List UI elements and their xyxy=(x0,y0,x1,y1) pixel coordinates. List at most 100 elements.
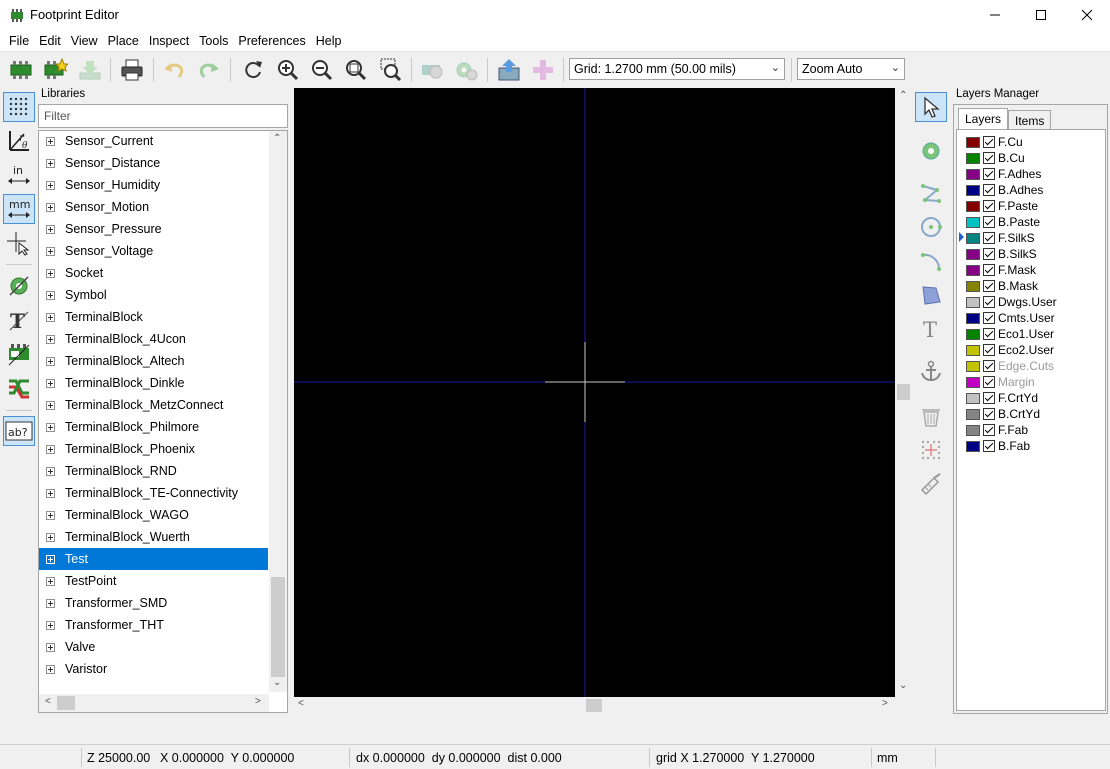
tab-layers[interactable]: Layers xyxy=(958,108,1009,129)
pad-sketch-mode-button[interactable] xyxy=(3,271,35,301)
show-layers-manager-button[interactable]: ab? xyxy=(3,416,35,446)
layer-color-swatch[interactable] xyxy=(966,184,980,196)
graphic-sketch-mode-button[interactable] xyxy=(3,339,35,369)
zoom-fit-button[interactable] xyxy=(342,56,370,84)
library-item[interactable]: TerminalBlock_RND xyxy=(39,460,268,482)
expand-plus-icon[interactable] xyxy=(46,136,55,146)
menu-edit[interactable]: Edit xyxy=(34,34,66,48)
delete-tool-button[interactable] xyxy=(915,401,947,431)
library-item[interactable]: TerminalBlock_WAGO xyxy=(39,504,268,526)
layer-visibility-checkbox[interactable] xyxy=(983,392,995,404)
menu-help[interactable]: Help xyxy=(311,34,347,48)
layer-row[interactable]: F.Fab xyxy=(966,422,1028,438)
layer-row[interactable]: Eco2.User xyxy=(966,342,1054,358)
layer-color-swatch[interactable] xyxy=(966,200,980,212)
expand-plus-icon[interactable] xyxy=(46,312,55,322)
layer-visibility-checkbox[interactable] xyxy=(983,360,995,372)
library-item[interactable]: Symbol xyxy=(39,284,268,306)
minimize-button[interactable] xyxy=(972,0,1018,30)
insert-footprint-into-board-button[interactable] xyxy=(495,56,523,84)
library-item[interactable]: TerminalBlock_MetzConnect xyxy=(39,394,268,416)
canvas-vscroll-thumb[interactable] xyxy=(897,384,910,400)
expand-plus-icon[interactable] xyxy=(46,158,55,168)
expand-plus-icon[interactable] xyxy=(46,576,55,586)
layer-color-swatch[interactable] xyxy=(966,168,980,180)
expand-plus-icon[interactable] xyxy=(46,532,55,542)
add-line-button[interactable] xyxy=(915,178,947,208)
menu-preferences[interactable]: Preferences xyxy=(233,34,310,48)
layer-row[interactable]: B.Mask xyxy=(966,278,1038,294)
expand-plus-icon[interactable] xyxy=(46,444,55,454)
menu-view[interactable]: View xyxy=(66,34,103,48)
zoom-in-button[interactable] xyxy=(274,56,302,84)
layer-row[interactable]: F.CrtYd xyxy=(966,390,1038,406)
polar-coords-button[interactable]: rθ xyxy=(3,126,35,156)
add-text-button[interactable]: T xyxy=(915,314,947,344)
grid-origin-button[interactable] xyxy=(915,435,947,465)
drawing-canvas[interactable] xyxy=(294,88,895,697)
layer-color-swatch[interactable] xyxy=(966,248,980,260)
layer-row[interactable]: B.Fab xyxy=(966,438,1030,454)
library-item[interactable]: TerminalBlock xyxy=(39,306,268,328)
layer-row[interactable]: F.Paste xyxy=(966,198,1038,214)
expand-plus-icon[interactable] xyxy=(46,180,55,190)
expand-plus-icon[interactable] xyxy=(46,488,55,498)
add-arc-button[interactable] xyxy=(915,246,947,276)
library-item[interactable]: TerminalBlock_Philmore xyxy=(39,416,268,438)
menu-inspect[interactable]: Inspect xyxy=(144,34,194,48)
expand-plus-icon[interactable] xyxy=(46,246,55,256)
layer-row[interactable]: Edge.Cuts xyxy=(966,358,1054,374)
layer-color-swatch[interactable] xyxy=(966,152,980,164)
expand-plus-icon[interactable] xyxy=(46,422,55,432)
maximize-button[interactable] xyxy=(1018,0,1064,30)
layer-visibility-checkbox[interactable] xyxy=(983,136,995,148)
library-hscroll-thumb[interactable] xyxy=(57,696,75,710)
menu-place[interactable]: Place xyxy=(103,34,144,48)
library-hscrollbar[interactable]: < > xyxy=(39,694,269,712)
undo-button[interactable] xyxy=(160,56,188,84)
library-item[interactable]: TerminalBlock_4Ucon xyxy=(39,328,268,350)
layer-row[interactable]: Cmts.User xyxy=(966,310,1055,326)
layer-row[interactable]: Eco1.User xyxy=(966,326,1054,342)
layer-color-swatch[interactable] xyxy=(966,264,980,276)
layer-visibility-checkbox[interactable] xyxy=(983,184,995,196)
layer-color-swatch[interactable] xyxy=(966,424,980,436)
layer-color-swatch[interactable] xyxy=(966,280,980,292)
layer-visibility-checkbox[interactable] xyxy=(983,424,995,436)
library-item[interactable]: Varistor xyxy=(39,658,268,680)
redraw-button[interactable] xyxy=(239,56,267,84)
layer-visibility-checkbox[interactable] xyxy=(983,328,995,340)
expand-plus-icon[interactable] xyxy=(46,202,55,212)
layer-color-swatch[interactable] xyxy=(966,440,980,452)
library-item[interactable]: Sensor_Distance xyxy=(39,152,268,174)
scroll-up-icon[interactable]: ⌃ xyxy=(899,90,907,101)
menu-tools[interactable]: Tools xyxy=(194,34,233,48)
pad-settings-button[interactable] xyxy=(452,56,480,84)
text-sketch-mode-button[interactable]: T xyxy=(3,305,35,335)
tab-items[interactable]: Items xyxy=(1008,110,1052,129)
library-item[interactable]: Transformer_THT xyxy=(39,614,268,636)
add-pad-button[interactable] xyxy=(915,136,947,166)
redo-button[interactable] xyxy=(195,56,223,84)
layer-visibility-checkbox[interactable] xyxy=(983,216,995,228)
add-to-library-button[interactable] xyxy=(529,56,557,84)
print-button[interactable] xyxy=(118,56,146,84)
canvas-vscrollbar[interactable]: ⌃ ⌄ xyxy=(895,88,912,697)
layer-visibility-checkbox[interactable] xyxy=(983,200,995,212)
zoom-selection-button[interactable] xyxy=(377,56,405,84)
layer-row[interactable]: F.Mask xyxy=(966,262,1036,278)
library-item[interactable]: Sensor_Motion xyxy=(39,196,268,218)
library-item[interactable]: Sensor_Current xyxy=(39,131,268,152)
layer-color-swatch[interactable] xyxy=(966,136,980,148)
layer-row[interactable]: B.SilkS xyxy=(966,246,1037,262)
toggle-grid-button[interactable] xyxy=(3,92,35,122)
units-mm-button[interactable]: mm xyxy=(3,194,35,224)
library-item[interactable]: Sensor_Voltage xyxy=(39,240,268,262)
scroll-right-icon[interactable]: > xyxy=(882,698,888,709)
scroll-left-icon[interactable]: < xyxy=(298,698,304,709)
layer-color-swatch[interactable] xyxy=(966,344,980,356)
layer-row[interactable]: B.Adhes xyxy=(966,182,1043,198)
library-item[interactable]: Test xyxy=(39,548,268,570)
scroll-left-icon[interactable]: < xyxy=(45,696,51,707)
canvas-hscrollbar[interactable]: < > xyxy=(294,697,895,714)
